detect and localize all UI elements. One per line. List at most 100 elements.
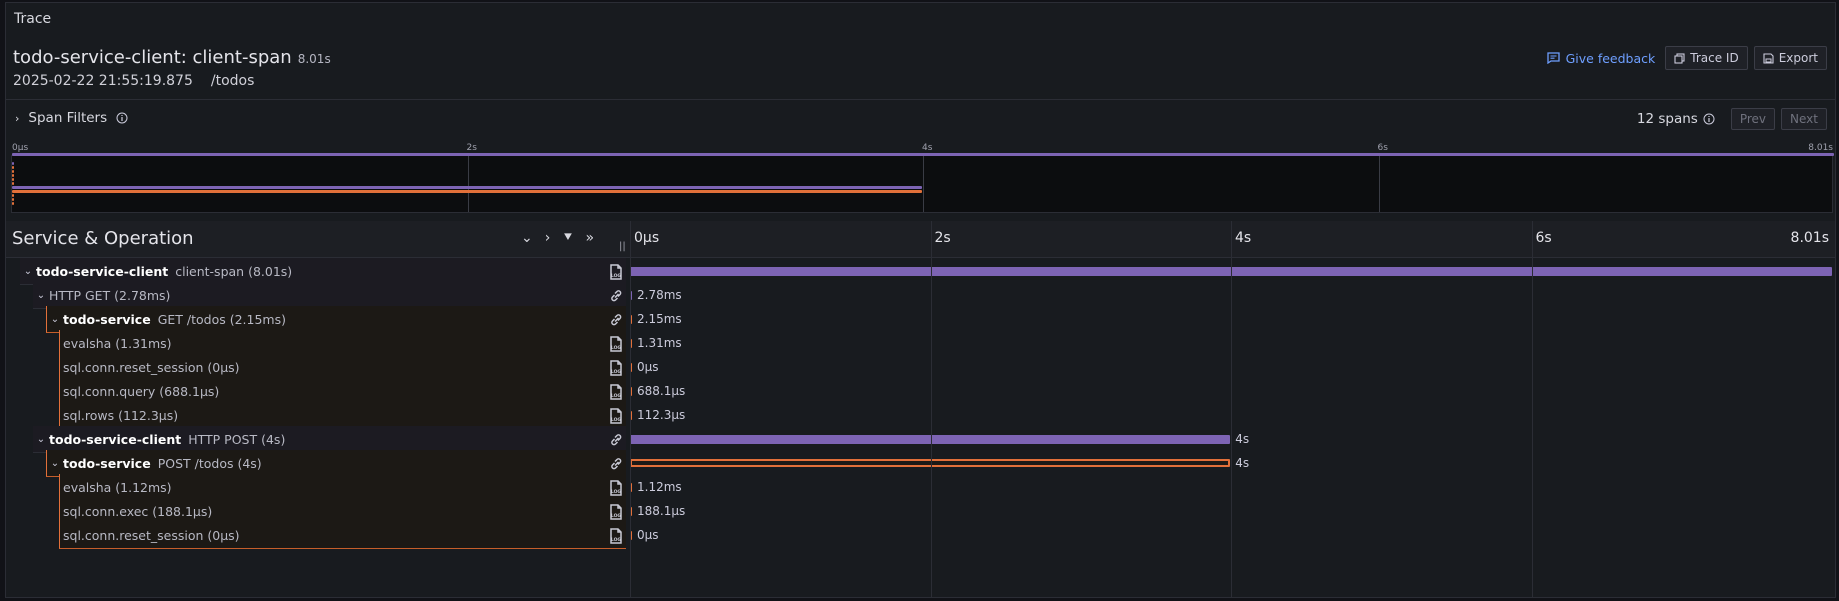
timeline-gridline bbox=[1231, 221, 1232, 597]
minimap-gridline bbox=[923, 156, 924, 212]
timeline-tick-label: 8.01s bbox=[1790, 230, 1829, 246]
span-row[interactable]: sql.conn.reset_session (0μs) LOG 0μs bbox=[6, 522, 1835, 550]
span-duration-label: 2.15ms bbox=[637, 312, 682, 326]
minimap-span-bar bbox=[12, 202, 14, 205]
trace-panel: Trace todo-service-client: client-span 8.… bbox=[5, 2, 1836, 598]
trace-minimap[interactable]: 0μs 2s 4s 6s 8.01s bbox=[11, 140, 1834, 215]
log-icon[interactable]: LOG bbox=[609, 408, 623, 424]
svg-text:LOG: LOG bbox=[611, 537, 622, 543]
span-label[interactable]: evalsha (1.12ms) bbox=[59, 474, 626, 501]
log-icon[interactable]: LOG bbox=[609, 528, 623, 544]
span-operation: sql.conn.query (688.1μs) bbox=[63, 383, 220, 399]
log-icon[interactable]: LOG bbox=[609, 336, 623, 352]
svg-text:LOG: LOG bbox=[611, 393, 622, 399]
span-label[interactable]: sql.conn.reset_session (0μs) bbox=[59, 522, 626, 549]
chevron-down-icon[interactable]: ⌄ bbox=[22, 266, 34, 277]
give-feedback-link[interactable]: Give feedback bbox=[1546, 50, 1656, 66]
span-label[interactable]: ⌄ HTTP GET (2.78ms) bbox=[33, 282, 626, 309]
trace-start-time: 2025-02-22 21:55:19.875 bbox=[13, 73, 193, 89]
chevron-down-icon[interactable]: ⌄ bbox=[49, 458, 61, 469]
span-name-cell[interactable]: sql.conn.reset_session (0μs) LOG bbox=[6, 522, 629, 550]
chevron-down-icon[interactable]: ⌄ bbox=[35, 434, 47, 445]
trace-meta: 2025-02-22 21:55:19.875/todos bbox=[13, 73, 254, 89]
export-button[interactable]: Export bbox=[1753, 46, 1827, 70]
span-filters-toggle[interactable]: › Span Filters bbox=[15, 110, 128, 126]
span-label[interactable]: ⌄ todo-service-client HTTP POST (4s) bbox=[33, 426, 626, 453]
svg-text:LOG: LOG bbox=[611, 417, 622, 423]
link-icon[interactable] bbox=[609, 312, 623, 328]
header-actions: Give feedback Trace ID Export bbox=[1546, 46, 1827, 70]
double-chevron-right-icon[interactable]: » bbox=[586, 230, 595, 246]
span-label[interactable]: ⌄ todo-service-client client-span (8.01s) bbox=[20, 258, 626, 285]
export-label: Export bbox=[1778, 51, 1818, 65]
span-duration-label: 4s bbox=[1235, 456, 1250, 470]
trace-name: todo-service-client: client-span bbox=[13, 47, 292, 68]
minimap-span-bar bbox=[12, 162, 14, 165]
trace-duration: 8.01s bbox=[297, 52, 331, 66]
minimap-span-bar bbox=[12, 198, 14, 201]
span-label[interactable]: sql.conn.exec (188.1μs) bbox=[59, 498, 626, 525]
log-icon[interactable]: LOG bbox=[609, 480, 623, 496]
double-chevron-down-icon[interactable]: ⯆ bbox=[562, 230, 573, 246]
span-operation: HTTP POST (4s) bbox=[188, 431, 286, 447]
minimap-span-bar bbox=[12, 166, 14, 169]
give-feedback-label: Give feedback bbox=[1565, 50, 1656, 66]
link-icon[interactable] bbox=[609, 456, 623, 472]
timeline-tick-label: 2s bbox=[934, 230, 951, 246]
log-icon[interactable]: LOG bbox=[609, 264, 623, 280]
service-operation-label: Service & Operation bbox=[12, 228, 194, 249]
timeline-tick-label: 4s bbox=[1235, 230, 1252, 246]
link-icon[interactable] bbox=[609, 432, 623, 448]
span-operation: sql.conn.reset_session (0μs) bbox=[63, 527, 240, 543]
info-icon bbox=[1703, 113, 1715, 125]
chevron-down-icon[interactable]: ⌄ bbox=[521, 230, 533, 246]
timeline-gridline bbox=[1531, 221, 1533, 597]
span-label[interactable]: ⌄ todo-service GET /todos (2.15ms) bbox=[46, 306, 626, 333]
span-label[interactable]: sql.rows (112.3μs) bbox=[59, 402, 626, 429]
span-label[interactable]: sql.conn.query (688.1μs) bbox=[59, 378, 626, 405]
timeline-gridline bbox=[630, 221, 631, 597]
span-duration-label: 2.78ms bbox=[637, 288, 682, 302]
log-icon[interactable]: LOG bbox=[609, 360, 623, 376]
minimap-gridline bbox=[467, 156, 469, 212]
span-duration-label: 0μs bbox=[637, 528, 659, 542]
chevron-down-icon[interactable]: ⌄ bbox=[35, 290, 47, 301]
minimap-tick-label: 8.01s bbox=[1808, 143, 1833, 153]
minimap-canvas[interactable] bbox=[11, 153, 1834, 213]
minimap-span-bar bbox=[12, 174, 14, 177]
span-operation: sql.conn.reset_session (0μs) bbox=[63, 359, 240, 375]
span-filters-label: Span Filters bbox=[28, 110, 108, 126]
span-service: todo-service bbox=[63, 311, 151, 327]
log-icon[interactable]: LOG bbox=[609, 384, 623, 400]
span-label[interactable]: sql.conn.reset_session (0μs) bbox=[59, 354, 626, 381]
minimap-span-bar bbox=[12, 182, 14, 185]
trace-id-label: Trace ID bbox=[1690, 51, 1739, 65]
minimap-span-bar bbox=[12, 190, 922, 193]
chevron-down-icon[interactable]: ⌄ bbox=[49, 314, 61, 325]
info-icon bbox=[116, 112, 128, 124]
span-operation: sql.rows (112.3μs) bbox=[63, 407, 179, 423]
timeline-header: Service & Operation ⌄ › ⯆ » || 0μs 2s 4s 6s… bbox=[6, 221, 1835, 258]
span-duration-label: 112.3μs bbox=[637, 408, 686, 422]
span-operation: evalsha (1.31ms) bbox=[63, 335, 172, 351]
tree-controls: ⌄ › ⯆ » bbox=[521, 230, 594, 246]
next-span-button[interactable]: Next bbox=[1781, 108, 1827, 130]
span-operation: HTTP GET (2.78ms) bbox=[49, 287, 171, 303]
span-label[interactable]: ⌄ todo-service POST /todos (4s) bbox=[46, 450, 626, 477]
span-operation: sql.conn.exec (188.1μs) bbox=[63, 503, 213, 519]
span-label[interactable]: evalsha (1.31ms) bbox=[59, 330, 626, 357]
minimap-span-bar bbox=[12, 194, 14, 197]
trace-id-button[interactable]: Trace ID bbox=[1665, 46, 1748, 70]
column-resizer[interactable]: || bbox=[619, 241, 626, 252]
log-icon[interactable]: LOG bbox=[609, 504, 623, 520]
svg-text:LOG: LOG bbox=[611, 489, 622, 495]
trace-title: todo-service-client: client-span 8.01s bbox=[13, 47, 331, 68]
chevron-right-icon[interactable]: › bbox=[545, 230, 551, 246]
prev-span-button[interactable]: Prev bbox=[1730, 108, 1776, 130]
minimap-gridline bbox=[1378, 156, 1380, 212]
link-icon[interactable] bbox=[609, 288, 623, 304]
svg-text:LOG: LOG bbox=[611, 369, 622, 375]
span-duration-label: 1.31ms bbox=[637, 336, 682, 350]
minimap-tick-label: 0μs bbox=[12, 143, 29, 153]
span-count-label: 12 spans bbox=[1636, 111, 1698, 127]
